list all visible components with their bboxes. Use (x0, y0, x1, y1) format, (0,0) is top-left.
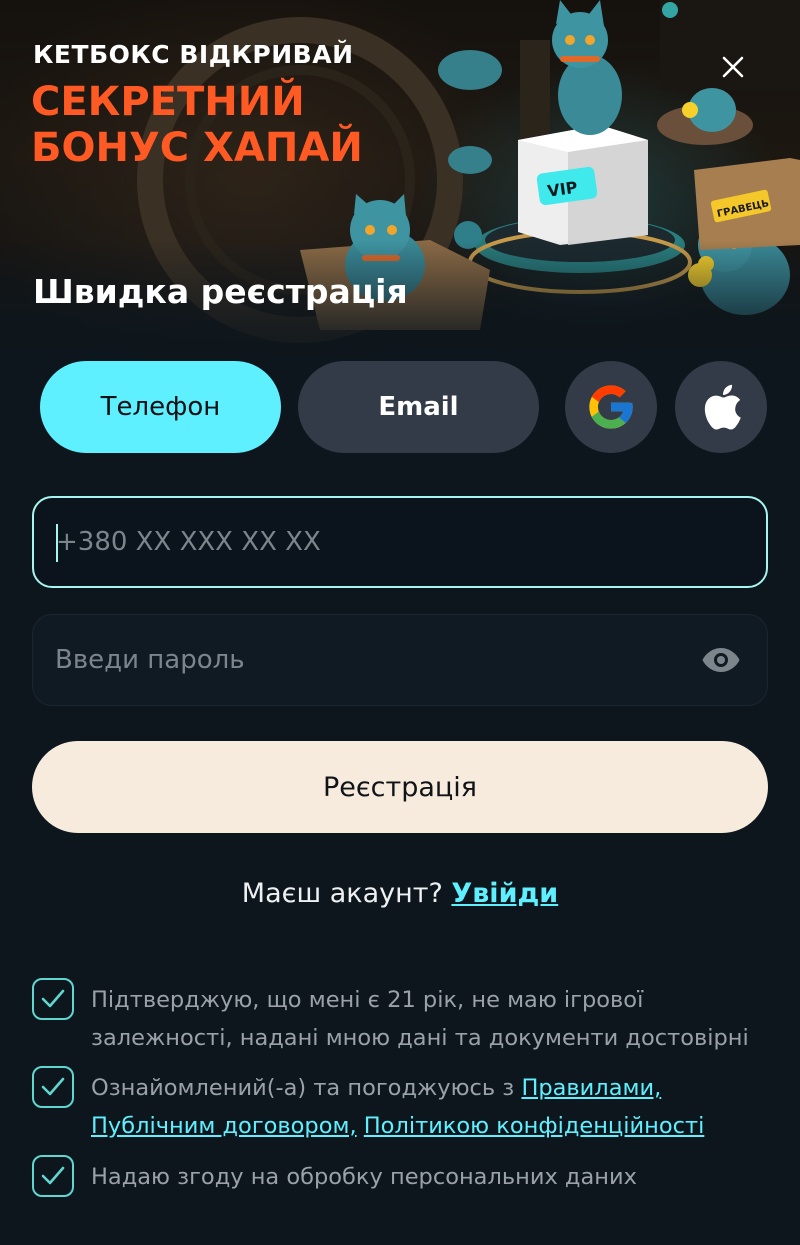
eye-icon (702, 648, 740, 672)
login-prompt: Маєш акаунт? Увійди (0, 878, 800, 909)
apple-login-button[interactable] (675, 361, 767, 453)
tab-phone-label: Телефон (100, 392, 221, 422)
checkmark-icon (41, 1166, 65, 1185)
phone-input[interactable] (56, 498, 696, 586)
consent-age-checkbox[interactable] (32, 978, 74, 1020)
promo-title-line2: БОНУС ХАПАЙ (31, 125, 363, 171)
consent-rules-prefix: Ознайомлений(-а) та погоджуюсь з (91, 1075, 522, 1101)
password-input[interactable] (55, 615, 695, 705)
toggle-password-button[interactable] (701, 642, 741, 678)
privacy-policy-link[interactable]: Політикою конфіденційності (364, 1113, 705, 1139)
consent-rules-text: Ознайомлений(-а) та погоджуюсь з Правила… (91, 1069, 781, 1145)
login-link[interactable]: Увійди (451, 878, 558, 909)
consent-personal-data-checkbox[interactable] (32, 1155, 74, 1197)
register-button[interactable]: Реєстрація (32, 741, 768, 833)
google-icon (589, 385, 633, 429)
phone-field[interactable] (32, 496, 768, 588)
google-login-button[interactable] (565, 361, 657, 453)
promo-headline: КЕТБОКС ВІДКРИВАЙ (33, 40, 354, 69)
close-icon (722, 56, 744, 78)
promo-banner: VIP ГРАВЕЦЬ КЕТБОКС ВІДКРИВАЙ СЕКРЕТНИЙ … (0, 0, 800, 385)
public-agreement-link[interactable]: Публічним договором, (91, 1113, 357, 1139)
promo-title-line1: СЕКРЕТНИЙ (31, 79, 305, 125)
register-button-label: Реєстрація (322, 771, 478, 803)
page-title: Швидка реєстрація (33, 272, 408, 311)
checkmark-icon (41, 1077, 65, 1096)
consent-age-text: Підтверджую, що мені є 21 рік, не маю іг… (91, 987, 749, 1051)
password-field[interactable] (32, 614, 768, 706)
tab-email-label: Email (378, 392, 459, 422)
tab-phone[interactable]: Телефон (40, 361, 281, 453)
login-prompt-text: Маєш акаунт? (241, 878, 452, 909)
checkmark-icon (41, 989, 65, 1008)
close-button[interactable] (714, 48, 752, 86)
apple-icon (704, 384, 741, 430)
rules-link[interactable]: Правилами, (521, 1075, 661, 1101)
consent-personal-data-text: Надаю згоду на обробку персональних дани… (91, 1164, 637, 1190)
consent-rules-checkbox[interactable] (32, 1066, 74, 1108)
tab-email[interactable]: Email (298, 361, 539, 453)
